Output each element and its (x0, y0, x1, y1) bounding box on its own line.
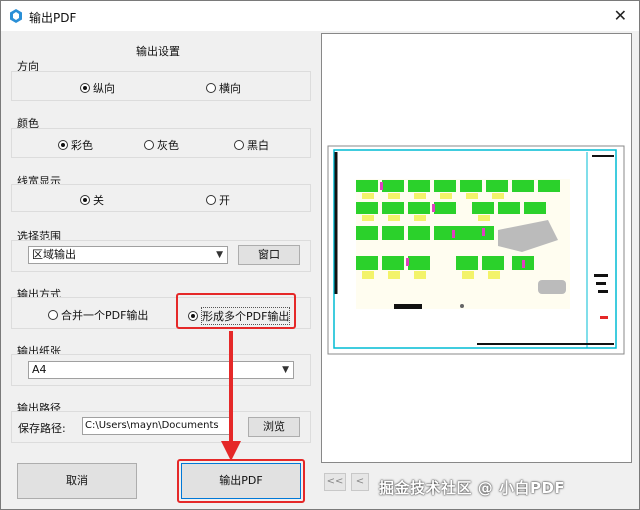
radio-gray[interactable]: 灰色 (144, 137, 179, 153)
range-select[interactable]: 区域输出 ▼ (28, 246, 228, 264)
red-arrow-annotation (221, 331, 241, 461)
radio-color-label: 彩色 (71, 139, 93, 152)
chevron-down-icon: ▼ (216, 250, 223, 260)
path-group: 保存路径: C:\Users\mayn\Documents 浏览 (11, 411, 311, 443)
chevron-down-icon: ▼ (282, 365, 289, 375)
orientation-group: 纵向 横向 (11, 71, 311, 101)
color-group: 彩色 灰色 黑白 (11, 128, 311, 158)
range-group: 区域输出 ▼ 窗口 (11, 240, 311, 272)
settings-heading: 输出设置 (136, 45, 180, 58)
close-icon[interactable]: ✕ (614, 6, 627, 25)
first-page-button[interactable]: << (324, 473, 346, 491)
radio-lineweight-off[interactable]: 关 (80, 192, 104, 208)
browse-button[interactable]: 浏览 (248, 417, 300, 437)
radio-merge-pdf[interactable]: 合并一个PDF输出 (48, 307, 148, 323)
radio-portrait[interactable]: 纵向 (80, 80, 115, 96)
radio-gray-label: 灰色 (157, 139, 179, 152)
preview-pane (321, 33, 632, 463)
title-bar: 输出PDF ✕ (1, 1, 639, 31)
radio-bw[interactable]: 黑白 (234, 137, 269, 153)
range-select-value: 区域输出 (32, 248, 76, 261)
watermark-text: 掘金技术社区 @ 小白PDF (379, 479, 566, 497)
highlight-box-export (177, 459, 305, 503)
paper-select[interactable]: A4 ▼ (28, 361, 294, 379)
radio-color[interactable]: 彩色 (58, 137, 93, 153)
radio-lineweight-off-label: 关 (93, 194, 104, 207)
lineweight-group: 关 开 (11, 184, 311, 212)
radio-merge-pdf-circle (48, 310, 58, 320)
radio-color-circle (58, 140, 68, 150)
prev-page-button[interactable]: < (351, 473, 369, 491)
save-path-input[interactable]: C:\Users\mayn\Documents (82, 417, 230, 435)
radio-landscape-circle (206, 83, 216, 93)
cad-drawing-preview (327, 145, 625, 355)
cancel-button[interactable]: 取消 (17, 463, 137, 499)
radio-merge-pdf-label: 合并一个PDF输出 (61, 309, 149, 322)
settings-panel: 输出设置 方向 纵向 横向 颜色 彩色 灰色 黑白 线宽显示 关 开 选择范围 … (1, 31, 315, 509)
highlight-box-multiple (176, 293, 296, 329)
radio-lineweight-on-circle (206, 195, 216, 205)
radio-bw-circle (234, 140, 244, 150)
radio-landscape-label: 横向 (219, 82, 241, 95)
radio-lineweight-on[interactable]: 开 (206, 192, 230, 208)
radio-landscape[interactable]: 横向 (206, 80, 241, 96)
window-button[interactable]: 窗口 (238, 245, 300, 265)
save-path-label: 保存路径: (18, 422, 66, 435)
app-logo-icon (10, 9, 22, 23)
radio-portrait-label: 纵向 (93, 82, 115, 95)
radio-gray-circle (144, 140, 154, 150)
radio-bw-label: 黑白 (247, 139, 269, 152)
radio-lineweight-off-circle (80, 195, 90, 205)
radio-portrait-circle (80, 83, 90, 93)
site-plan (356, 179, 570, 309)
paper-group: A4 ▼ (11, 354, 311, 386)
export-pdf-window: 输出PDF ✕ 输出设置 方向 纵向 横向 颜色 彩色 灰色 黑白 线宽显示 关… (0, 0, 640, 510)
paper-select-value: A4 (32, 363, 47, 376)
radio-lineweight-on-label: 开 (219, 194, 230, 207)
window-title: 输出PDF (29, 11, 77, 25)
